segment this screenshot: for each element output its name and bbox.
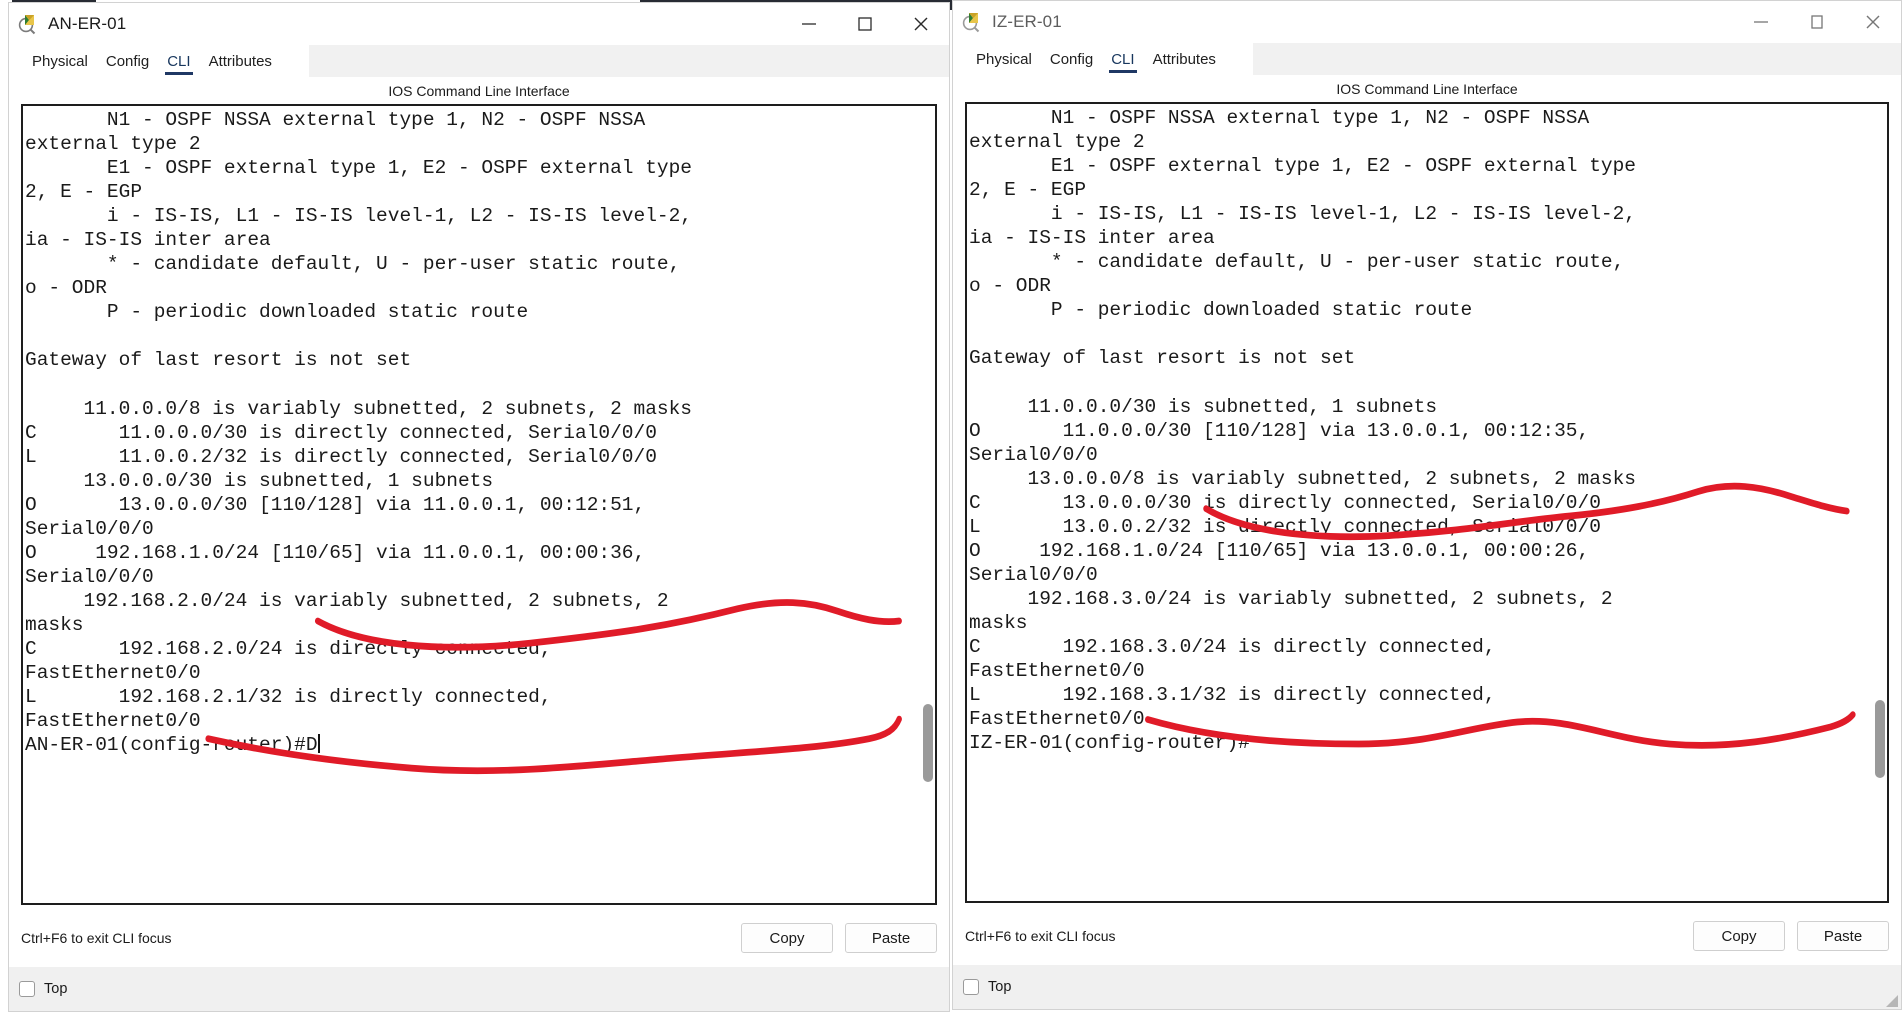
terminal-scrollbar-thumb-left[interactable] — [923, 704, 933, 782]
copy-button-left[interactable]: Copy — [741, 923, 833, 953]
footer-left: Top — [9, 967, 949, 1011]
titlebar-left[interactable]: AN-ER-01 — [9, 3, 949, 45]
cli-panel-right: IOS Command Line Interface N1 - OSPF NSS… — [953, 75, 1901, 907]
terminal-text-right: N1 - OSPF NSSA external type 1, N2 - OSP… — [969, 107, 1637, 731]
tab-physical-left[interactable]: Physical — [23, 53, 97, 77]
terminal-scrollbar-thumb-right[interactable] — [1875, 700, 1885, 778]
packet-tracer-router-icon — [962, 11, 984, 33]
desktop-root: AN-ER-01 Physical Config CLI Attributes — [0, 0, 1902, 1023]
tab-cli-left[interactable]: CLI — [158, 53, 199, 77]
close-button-left[interactable] — [893, 3, 949, 45]
window-iz-er-01[interactable]: IZ-ER-01 Physical Config CLI Attributes — [952, 0, 1902, 1010]
top-checkbox-label-right: Top — [988, 979, 1012, 995]
terminal-container-right[interactable]: N1 - OSPF NSSA external type 1, N2 - OSP… — [965, 102, 1889, 903]
cli-focus-hint-left: Ctrl+F6 to exit CLI focus — [21, 930, 172, 946]
tab-config-left[interactable]: Config — [97, 53, 158, 77]
resize-grip-icon[interactable] — [1884, 993, 1898, 1007]
paste-button-right[interactable]: Paste — [1797, 921, 1889, 951]
tab-config-right[interactable]: Config — [1041, 51, 1102, 75]
titlebar-right[interactable]: IZ-ER-01 — [953, 1, 1901, 43]
actionbar-right: Ctrl+F6 to exit CLI focus Copy Paste — [953, 907, 1901, 965]
tab-attributes-right[interactable]: Attributes — [1144, 51, 1225, 75]
terminal-output-right[interactable]: N1 - OSPF NSSA external type 1, N2 - OSP… — [967, 104, 1869, 901]
minimize-button-right[interactable] — [1733, 1, 1789, 43]
paste-button-left[interactable]: Paste — [845, 923, 937, 953]
terminal-prompt-right: IZ-ER-01(config-router)# — [969, 732, 1250, 755]
terminal-text-left: N1 - OSPF NSSA external type 1, N2 - OSP… — [25, 109, 693, 733]
terminal-scrollbar-left[interactable] — [919, 106, 935, 903]
cli-panel-left: IOS Command Line Interface N1 - OSPF NSS… — [9, 77, 949, 909]
top-checkbox-right[interactable] — [963, 979, 979, 995]
minimize-button-left[interactable] — [781, 3, 837, 45]
cli-heading-right: IOS Command Line Interface — [1336, 81, 1518, 97]
maximize-button-left[interactable] — [837, 3, 893, 45]
actionbar-left: Ctrl+F6 to exit CLI focus Copy Paste — [9, 909, 949, 967]
window-title-left: AN-ER-01 — [48, 14, 127, 33]
tab-attributes-left[interactable]: Attributes — [200, 53, 281, 77]
window-an-er-01[interactable]: AN-ER-01 Physical Config CLI Attributes — [8, 2, 950, 1012]
window-title-right: IZ-ER-01 — [992, 12, 1062, 31]
terminal-container-left[interactable]: N1 - OSPF NSSA external type 1, N2 - OSP… — [21, 104, 937, 905]
footer-right: Top — [953, 965, 1901, 1009]
text-caret-left — [317, 734, 320, 754]
top-checkbox-label-left: Top — [44, 981, 68, 997]
window-controls-right — [1733, 1, 1901, 43]
terminal-prompt-left: AN-ER-01(config-router)#D — [25, 734, 318, 757]
tab-cli-right[interactable]: CLI — [1102, 51, 1143, 75]
terminal-output-left[interactable]: N1 - OSPF NSSA external type 1, N2 - OSP… — [23, 106, 917, 903]
terminal-prompt-left-wrap: AN-ER-01(config-router)#D — [25, 733, 917, 757]
maximize-button-right[interactable] — [1789, 1, 1845, 43]
packet-tracer-router-icon — [18, 13, 40, 35]
tabstrip-left: Physical Config CLI Attributes — [9, 45, 949, 77]
tab-physical-right[interactable]: Physical — [967, 51, 1041, 75]
tabstrip-right: Physical Config CLI Attributes — [953, 43, 1901, 75]
terminal-scrollbar-right[interactable] — [1871, 104, 1887, 901]
cli-focus-hint-right: Ctrl+F6 to exit CLI focus — [965, 928, 1116, 944]
top-checkbox-left[interactable] — [19, 981, 35, 997]
copy-button-right[interactable]: Copy — [1693, 921, 1785, 951]
close-button-right[interactable] — [1845, 1, 1901, 43]
window-controls-left — [781, 3, 949, 45]
cli-heading-left: IOS Command Line Interface — [388, 83, 570, 99]
